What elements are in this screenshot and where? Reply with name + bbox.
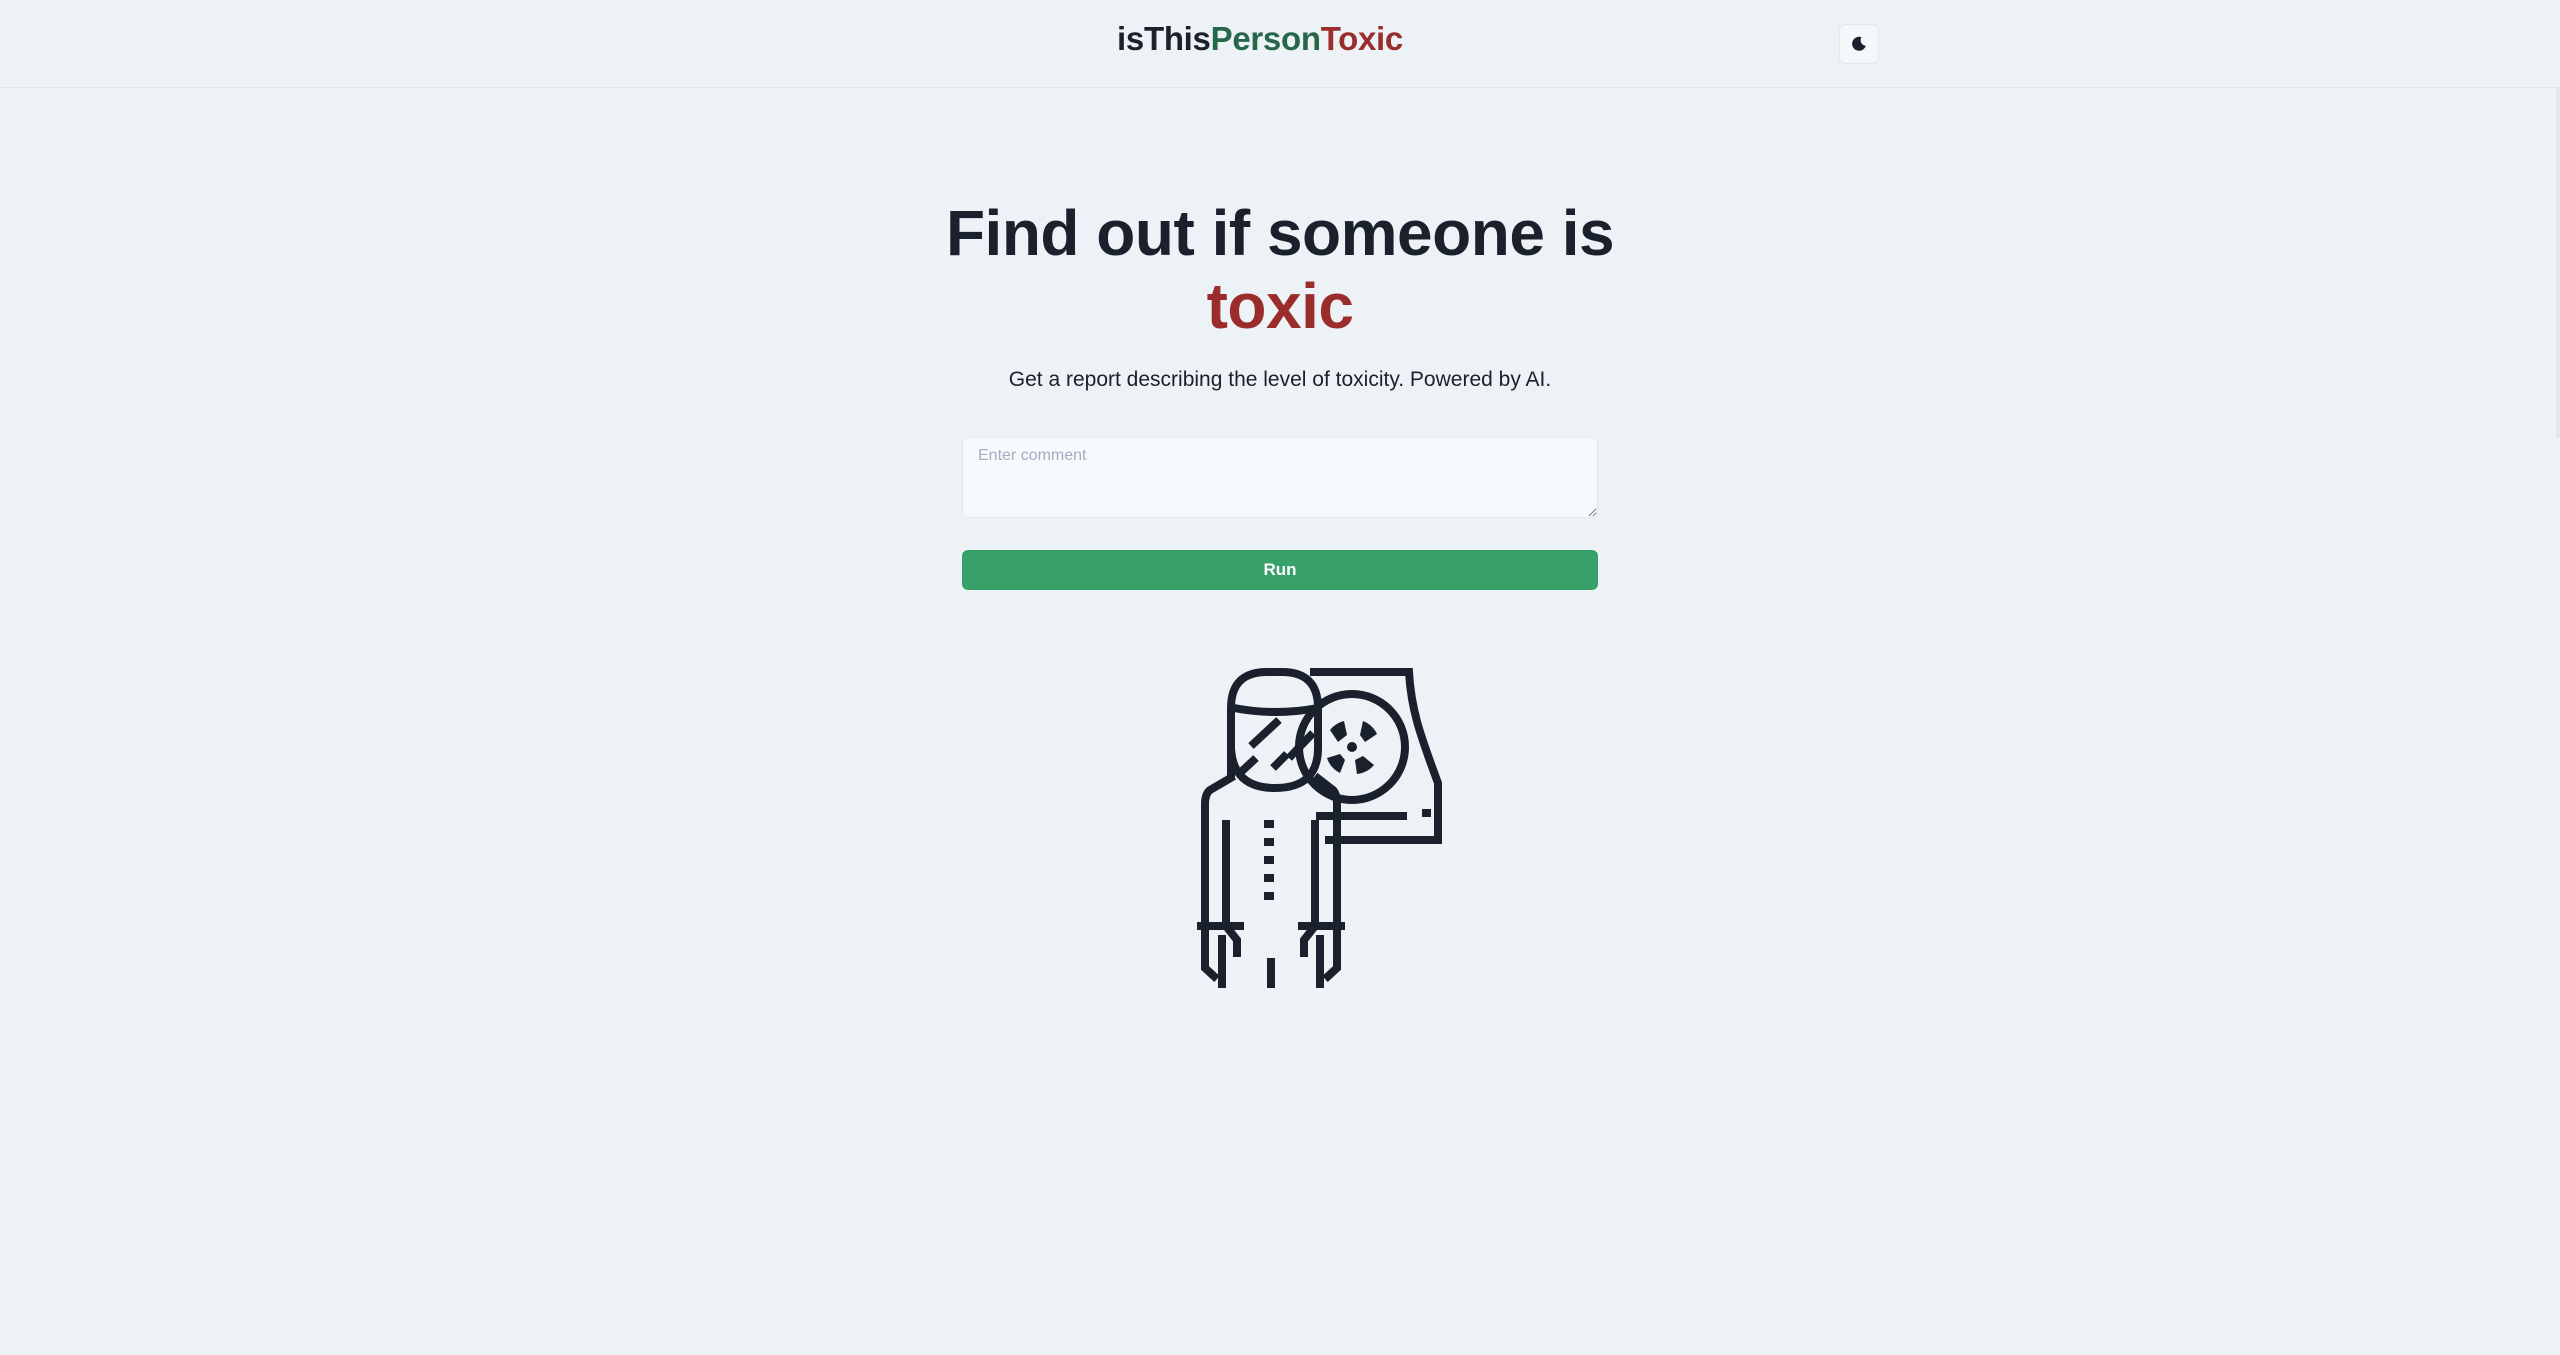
page-title: Find out if someone is toxic (880, 197, 1680, 343)
logo-part-toxic: Toxic (1320, 20, 1404, 57)
page-title-line1: Find out if someone is (945, 197, 1615, 269)
scrollbar[interactable] (2556, 88, 2560, 438)
page-subtitle: Get a report describing the level of tox… (1008, 368, 1552, 391)
hazmat-worker-radiation-icon (1197, 668, 1442, 988)
run-button[interactable]: Run (962, 550, 1598, 590)
top-navbar: isThisPersonToxic (0, 0, 2560, 88)
comment-input[interactable] (962, 437, 1598, 518)
logo-part-person: Person (1210, 20, 1321, 57)
moon-icon (1852, 36, 1866, 51)
dark-mode-toggle-button[interactable] (1839, 24, 1879, 64)
page-title-accent: toxic (1206, 270, 1354, 342)
logo-part-isthis: isThis (1117, 20, 1211, 57)
site-logo[interactable]: isThisPersonToxic (0, 20, 2520, 58)
